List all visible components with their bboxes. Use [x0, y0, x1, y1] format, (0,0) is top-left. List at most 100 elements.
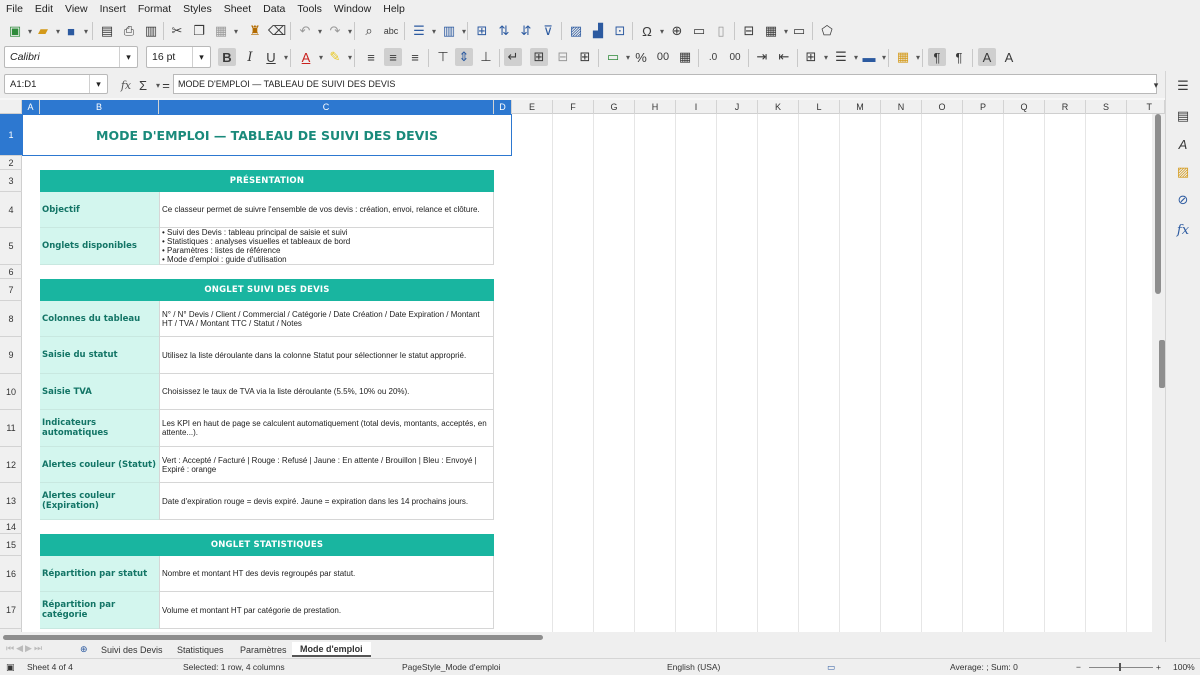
row-value-objectif[interactable]: Ce classeur permet de suivre l'ensemble … [159, 192, 494, 228]
italic-button[interactable]: I [241, 48, 259, 66]
column-header-j[interactable]: J [717, 100, 758, 114]
row-label-repartition-statut[interactable]: Répartition par statut [40, 556, 159, 592]
text-vertical-icon[interactable]: A [1000, 48, 1018, 66]
row-icon[interactable]: ☰ [410, 22, 436, 40]
column-header-k[interactable]: K [758, 100, 799, 114]
expand-formula-bar-icon[interactable]: ▾ [1147, 76, 1165, 94]
add-decimal-button[interactable]: .0 [704, 48, 722, 66]
menu-insert[interactable]: Insert [100, 3, 126, 15]
column-header-h[interactable]: H [635, 100, 676, 114]
column-header-b[interactable]: B [40, 100, 159, 114]
row-label-onglets[interactable]: Onglets disponibles [40, 228, 159, 265]
paste-icon[interactable]: ▦ [212, 22, 238, 40]
name-box[interactable]: A1:D1 ▾ [4, 74, 108, 94]
tab-statistiques[interactable]: Statistiques [177, 642, 224, 657]
row-label-repartition-categorie[interactable]: Répartition par catégorie [40, 592, 159, 629]
row-value-saisie-statut[interactable]: Utilisez la liste déroulante dans la col… [159, 337, 494, 374]
new-document-icon[interactable]: ▣ [6, 22, 32, 40]
insert-chart-icon[interactable]: ▟ [589, 22, 607, 40]
sidebar-collapse-handle[interactable] [1159, 340, 1165, 388]
font-name-combo[interactable]: Calibri ▾ [4, 46, 138, 68]
row-label-colonnes[interactable]: Colonnes du tableau [40, 301, 159, 337]
section-header-presentation[interactable]: PRÉSENTATION [40, 170, 494, 192]
autofilter-icon[interactable]: ⊽ [539, 22, 557, 40]
underline-button[interactable]: U [262, 48, 288, 66]
column-header-i[interactable]: I [676, 100, 717, 114]
row-value-indicateurs[interactable]: Les KPI en haut de page se calculent aut… [159, 410, 494, 447]
align-right-icon[interactable]: ≡ [406, 48, 424, 66]
row-header-14[interactable]: 14 [0, 520, 22, 534]
column-header-c[interactable]: C [159, 100, 494, 114]
column-header-e[interactable]: E [512, 100, 553, 114]
bold-button[interactable]: B [218, 48, 236, 66]
column-header-n[interactable]: N [881, 100, 922, 114]
zoom-out-icon[interactable]: − [1076, 662, 1081, 672]
menu-sheet[interactable]: Sheet [224, 3, 251, 15]
font-color-icon[interactable]: A [297, 48, 323, 66]
row-value-repartition-categorie[interactable]: Volume et montant HT par catégorie de pr… [159, 592, 494, 629]
row-header-12[interactable]: 12 [0, 447, 22, 483]
center-vertically-icon[interactable]: ⇕ [455, 48, 473, 66]
copy-icon[interactable]: ❐ [190, 22, 208, 40]
sheet-title-cell[interactable]: MODE D'EMPLOI — TABLEAU DE SUIVI DES DEV… [22, 114, 512, 156]
select-all-corner[interactable] [0, 100, 22, 114]
row-value-saisie-tva[interactable]: Choisissez le taux de TVA via la liste d… [159, 374, 494, 410]
chevron-down-icon[interactable]: ▾ [89, 75, 107, 93]
row-header-9[interactable]: 9 [0, 337, 22, 374]
row-header-2[interactable]: 2 [0, 156, 22, 170]
freeze-rows-columns-icon[interactable]: ▦ [762, 22, 788, 40]
row-header-1[interactable]: 1 [0, 114, 22, 156]
align-left-icon[interactable]: ≡ [362, 48, 380, 66]
column-header-d[interactable]: D [494, 100, 512, 114]
menu-data[interactable]: Data [263, 3, 285, 15]
properties-icon[interactable]: ▤ [1174, 107, 1192, 125]
conditional-format-icon[interactable]: ▦ [894, 48, 920, 66]
wrap-text-icon[interactable]: ↵ [504, 48, 522, 66]
align-top-icon[interactable]: ⊤ [434, 48, 452, 66]
row-label-alertes-statut[interactable]: Alertes couleur (Statut) [40, 447, 159, 483]
percent-format-button[interactable]: % [632, 48, 650, 66]
row-header-6[interactable]: 6 [0, 265, 22, 279]
function-wizard-button[interactable]: fx [117, 76, 135, 94]
menu-format[interactable]: Format [138, 3, 171, 15]
font-size-combo[interactable]: 16 pt ▾ [146, 46, 211, 68]
row-header-11[interactable]: 11 [0, 410, 22, 447]
borders-icon[interactable]: ⊞ [802, 48, 828, 66]
status-zoom[interactable]: 100% [1173, 662, 1195, 672]
spreadsheet-grid[interactable]: A B C D E F G H I J K L M N O P Q R S T [0, 100, 1165, 632]
sidebar-menu-icon[interactable]: ☰ [1174, 77, 1192, 95]
chevron-down-icon[interactable]: ▾ [192, 47, 210, 67]
show-draw-functions-icon[interactable]: ⬠ [818, 22, 836, 40]
column-header-l[interactable]: L [799, 100, 840, 114]
formula-input[interactable]: MODE D'EMPLOI — TABLEAU DE SUIVI DES DEV… [173, 74, 1157, 94]
row-header-13[interactable]: 13 [0, 483, 22, 520]
spelling-icon[interactable]: abc [382, 22, 400, 40]
decimal-zero-button[interactable]: 00 [654, 48, 672, 66]
gallery-icon[interactable]: ▨ [1174, 163, 1192, 181]
functions-icon[interactable]: fx [1174, 221, 1192, 239]
delete-decimal-button[interactable]: 00 [726, 48, 744, 66]
status-language[interactable]: English (USA) [667, 662, 720, 672]
zoom-slider[interactable] [1089, 667, 1153, 668]
clone-formatting-icon[interactable]: ♜ [246, 22, 264, 40]
zoom-in-icon[interactable]: + [1156, 662, 1161, 672]
selection-mode-icon[interactable]: ▭ [827, 662, 835, 673]
row-value-repartition-statut[interactable]: Nombre et montant HT des devis regroupés… [159, 556, 494, 592]
row-label-indicateurs[interactable]: Indicateurs automatiques [40, 410, 159, 447]
row-header-3[interactable]: 3 [0, 170, 22, 192]
date-format-icon[interactable]: ▦ [676, 48, 694, 66]
tab-parametres[interactable]: Paramètres [240, 642, 287, 657]
column-header-p[interactable]: P [963, 100, 1004, 114]
menu-styles[interactable]: Styles [183, 3, 212, 15]
increase-indent-icon[interactable]: ⇥ [753, 48, 771, 66]
horizontal-scrollbar[interactable] [0, 632, 1165, 642]
left-to-right-icon[interactable]: ¶ [928, 48, 946, 66]
align-center-icon[interactable]: ≡ [384, 48, 402, 66]
sort-ascending-icon[interactable]: ⇅ [495, 22, 513, 40]
section-header-statistiques[interactable]: ONGLET STATISTIQUES [40, 534, 494, 556]
section-header-suivi[interactable]: ONGLET SUIVI DES DEVIS [40, 279, 494, 301]
row-header-7[interactable]: 7 [0, 279, 22, 301]
row-header-8[interactable]: 8 [0, 301, 22, 337]
cut-icon[interactable]: ✂ [168, 22, 186, 40]
row-value-onglets[interactable]: • Suivi des Devis : tableau principal de… [159, 228, 494, 265]
